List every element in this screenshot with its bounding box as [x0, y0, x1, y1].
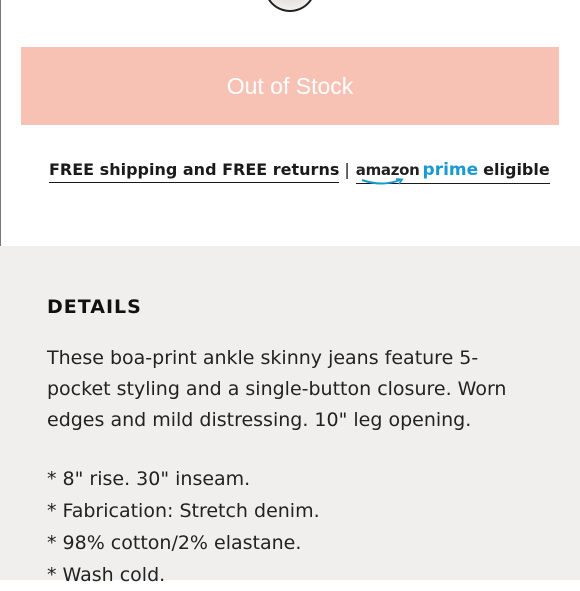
- out-of-stock-button[interactable]: Out of Stock: [21, 47, 559, 125]
- spec-item: * Fabrication: Stretch denim.: [47, 500, 320, 522]
- prime-logo-text: prime: [422, 160, 479, 180]
- amazon-smile-icon: [361, 178, 404, 185]
- amazon-prime-logo: amazon prime: [355, 160, 479, 185]
- amazon-logo-text: amazon: [355, 161, 420, 179]
- details-section: DETAILS These boa-print ankle skinny jea…: [0, 246, 580, 586]
- spec-item: * Wash cold.: [47, 564, 166, 586]
- amazon-prime-eligible-link[interactable]: amazon prime eligible: [355, 160, 550, 185]
- spec-item: * 98% cotton/2% elastane.: [47, 532, 302, 554]
- spec-list: * 8" rise. 30" inseam. * Fabrication: St…: [47, 463, 320, 591]
- product-purchase-panel: Out of Stock FREE shipping and FREE retu…: [0, 0, 580, 246]
- avatar[interactable]: [264, 0, 316, 12]
- details-heading: DETAILS: [47, 296, 142, 318]
- free-shipping-link[interactable]: FREE shipping and FREE returns: [49, 160, 340, 183]
- separator: |: [344, 160, 350, 179]
- shipping-info: FREE shipping and FREE returns | amazon p…: [49, 160, 550, 194]
- spec-item: * 8" rise. 30" inseam.: [47, 468, 251, 490]
- product-description: These boa-print ankle skinny jeans featu…: [47, 347, 507, 431]
- eligible-label: eligible: [483, 160, 550, 179]
